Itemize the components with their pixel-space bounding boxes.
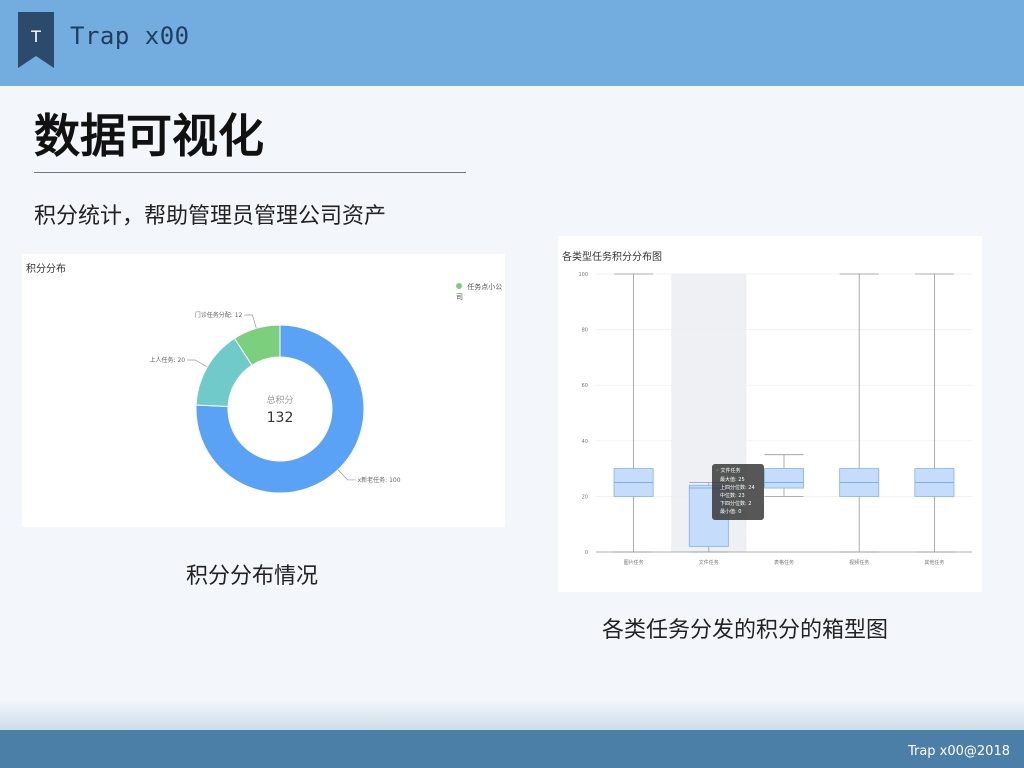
x-tick-label: 图片任务 xyxy=(624,559,644,566)
slice-label: 上人任务: 20 xyxy=(150,356,186,364)
bookmark-logo-icon: T xyxy=(18,12,54,68)
brand-name: Trap x00 xyxy=(70,22,190,50)
x-tick-label: 文件任务 xyxy=(699,559,719,566)
footer-bar xyxy=(0,730,1024,768)
tooltip-line: 上四分位数: 24 xyxy=(720,484,755,491)
tooltip-line: 下四分位数: 2 xyxy=(720,500,751,507)
slice-label: x新老任务: 100 xyxy=(358,476,401,484)
y-tick-label: 80 xyxy=(582,328,588,334)
donut-caption: 积分分布情况 xyxy=(186,564,319,589)
logo-letter: T xyxy=(30,27,41,46)
y-tick-label: 60 xyxy=(582,383,588,389)
y-tick-label: 100 xyxy=(578,272,588,278)
y-tick-label: 20 xyxy=(582,494,588,500)
slice-leader-line xyxy=(244,314,257,329)
donut-chart-panel: 积分分布 任务点小公司 x新老任务: 100 上人任务: 20 门诊任务分配: 12… xyxy=(22,254,505,527)
x-tick-label: 视频任务 xyxy=(849,559,869,566)
tooltip-line: 最小值: 0 xyxy=(720,508,741,515)
box-body xyxy=(764,468,804,489)
donut-center-label: 总积分 xyxy=(266,394,293,406)
donut-center-value: 132 xyxy=(267,410,294,426)
x-tick-label: 表格任务 xyxy=(774,559,794,566)
tooltip-title: ◦ 文件任务 xyxy=(716,467,741,474)
slice-label: 门诊任务分配: 12 xyxy=(195,311,243,319)
page-title: 数据可视化 xyxy=(34,109,264,163)
tooltip-line: 中位数: 23 xyxy=(720,492,745,499)
y-tick-label: 40 xyxy=(582,439,588,445)
boxplot-caption: 各类任务分发的积分的箱型图 xyxy=(602,618,889,643)
x-tick-label: 其他任务 xyxy=(924,559,944,566)
boxplot-chart: 100 80 60 40 20 0 图片任务 文件任务 表格任务 视频任务 其他任务 ◦ 文件任务最大… xyxy=(578,272,972,566)
slice-leader-line xyxy=(187,359,208,368)
page-subtitle: 积分统计，帮助管理员管理公司资产 xyxy=(34,204,387,229)
donut-chart: x新老任务: 100 上人任务: 20 门诊任务分配: 12 总积分 132 xyxy=(150,311,401,494)
slice-leader-line xyxy=(337,469,356,481)
y-tick-label: 0 xyxy=(585,550,588,556)
title-divider xyxy=(34,172,466,173)
footer-copyright: Trap x00@2018 xyxy=(907,744,1010,759)
tooltip-line: 最大值: 25 xyxy=(720,476,745,483)
boxplot-chart-panel: 各类型任务积分分布图 100 80 60 40 20 0 图片任务 文件任务 表格任务 视频任务其… xyxy=(558,236,982,592)
